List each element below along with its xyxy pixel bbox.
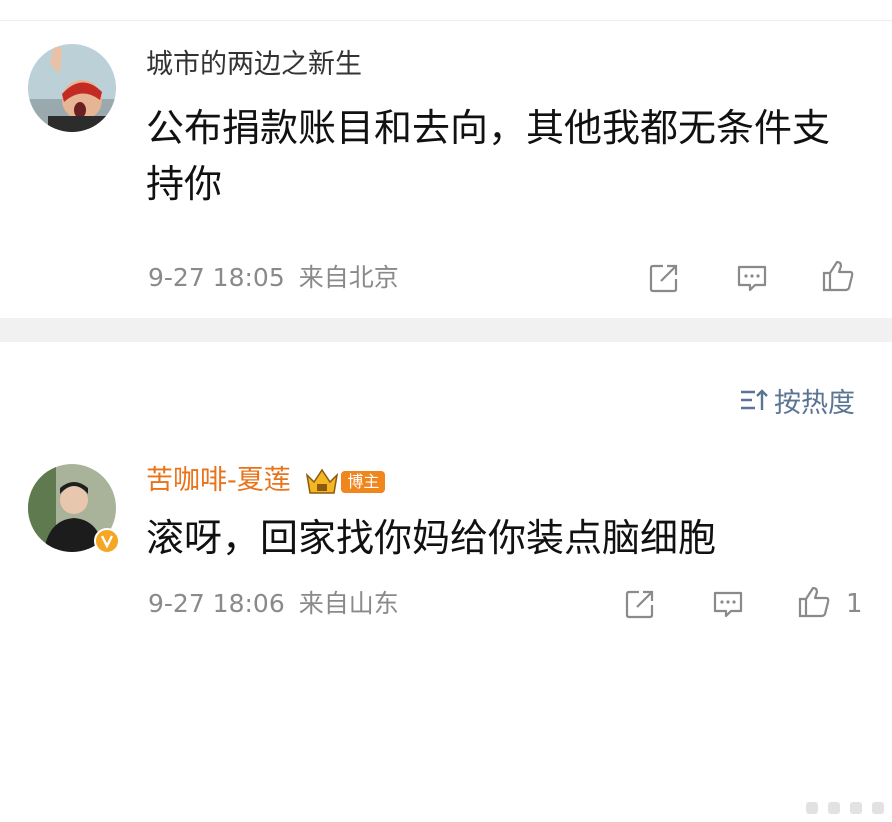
reply-button[interactable] (708, 584, 748, 624)
verified-icon (94, 528, 120, 554)
avatar[interactable] (28, 464, 120, 554)
comment-text: 公布捐款账目和去向，其他我都无条件支持你 (146, 106, 831, 206)
like-button[interactable] (818, 256, 858, 296)
comment-meta: 9-27 18:06 来自山东 (148, 588, 399, 620)
comment-meta: 9-27 18:05 来自北京 (148, 262, 399, 294)
avatar-image (28, 44, 116, 132)
comment-item: 苦咖啡-夏莲 博主 滚呀，回家找你妈给你装点脑细胞 9-27 18:06 来自山东… (0, 342, 892, 642)
share-button[interactable] (620, 584, 660, 624)
comment-icon (737, 265, 767, 292)
like-button[interactable] (794, 582, 834, 622)
share-icon (649, 264, 678, 293)
username-row: 苦咖啡-夏莲 博主 (146, 464, 386, 498)
watermark-dots (806, 802, 884, 814)
comment-location: 来自山东 (298, 589, 399, 618)
comment-location: 来自北京 (298, 263, 399, 292)
comment-text: 滚呀，回家找你妈给你装点脑细胞 (146, 516, 717, 560)
crown-icon (306, 468, 339, 494)
like-count: 1 (846, 589, 863, 619)
username[interactable]: 苦咖啡-夏莲 (146, 465, 291, 496)
blogger-badge: 博主 (305, 467, 386, 497)
share-icon (625, 590, 654, 619)
comment-time: 9-27 18:05 (148, 263, 285, 292)
comment-time: 9-27 18:06 (148, 589, 285, 618)
share-button[interactable] (644, 258, 684, 298)
blogger-tag: 博主 (341, 470, 386, 493)
username[interactable]: 城市的两边之新生 (146, 48, 362, 82)
section-divider (0, 318, 892, 342)
like-icon (798, 586, 830, 618)
avatar[interactable] (28, 44, 116, 132)
comment-icon (713, 591, 743, 618)
like-icon (822, 260, 854, 292)
reply-button[interactable] (732, 258, 772, 298)
comment-item: 城市的两边之新生 公布捐款账目和去向，其他我都无条件支持你 9-27 18:05… (0, 0, 892, 318)
